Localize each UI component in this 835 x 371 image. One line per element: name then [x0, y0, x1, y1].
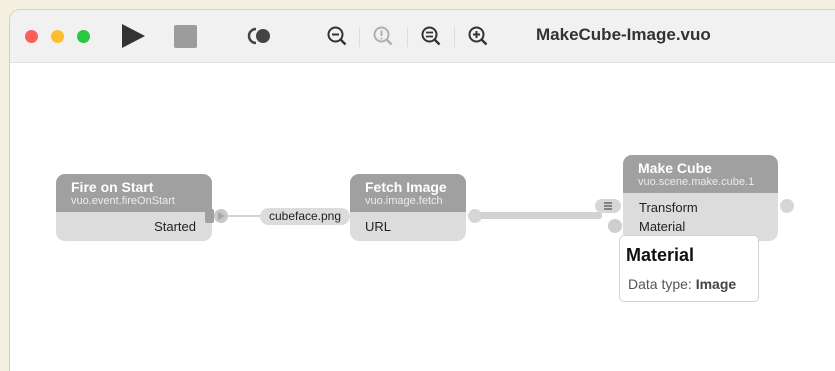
toolbar-separator [407, 27, 408, 47]
node-title: Make Cube [638, 160, 712, 176]
zoom-to-fit-button[interactable] [372, 25, 394, 47]
output-port-image[interactable] [468, 209, 482, 223]
transform-constant-flag[interactable] [595, 199, 621, 213]
input-port-label-material: Material [639, 219, 686, 234]
stop-button[interactable] [173, 24, 197, 48]
node-title: Fire on Start [71, 179, 154, 195]
toolbar-separator [359, 27, 360, 47]
composition-canvas[interactable]: Fire on Start vuo.event.fireOnStart Star… [10, 63, 835, 371]
input-port-label-transform: Transform [639, 200, 698, 215]
editor-window: MakeCube-Image.vuo Fire on Start vuo.eve… [10, 10, 835, 371]
tooltip-label: Data type: [628, 276, 692, 292]
zoom-in-icon [468, 26, 488, 46]
output-port-started[interactable] [205, 209, 214, 223]
output-port-object[interactable] [780, 199, 794, 213]
stop-icon [173, 24, 197, 48]
actual-size-button[interactable] [420, 25, 442, 47]
triangle-icon [218, 212, 225, 220]
port-tooltip: Material Data type: Image [619, 235, 759, 302]
node-make-cube[interactable]: Make Cube vuo.scene.make.cube.1 Transfor… [623, 155, 778, 241]
output-port-label-started: Started [154, 219, 196, 234]
title-bar: MakeCube-Image.vuo [10, 10, 835, 63]
node-title: Fetch Image [365, 179, 447, 195]
tooltip-data-type: Data type: Image [628, 276, 736, 292]
node-class: vuo.event.fireOnStart [71, 195, 175, 207]
tooltip-title: Material [626, 245, 695, 265]
zoom-to-fit-icon [373, 26, 393, 46]
node-header: Fetch Image vuo.image.fetch [350, 174, 466, 212]
node-fire-on-start[interactable]: Fire on Start vuo.event.fireOnStart Star… [56, 174, 212, 241]
node-header: Fire on Start vuo.event.fireOnStart [56, 174, 212, 212]
node-class: vuo.image.fetch [365, 195, 443, 207]
close-button[interactable] [25, 30, 38, 43]
input-port-label-url: URL [365, 219, 392, 234]
actual-size-icon [421, 26, 441, 46]
zoom-out-icon [327, 26, 347, 46]
constant-flag-url[interactable]: cubeface.png [260, 208, 350, 225]
tooltip-value: Image [695, 276, 737, 292]
zoom-in-button[interactable] [467, 25, 489, 47]
input-port-material[interactable] [608, 219, 622, 233]
data-cable[interactable] [472, 212, 602, 219]
play-icon [122, 24, 145, 48]
activity-icon [247, 27, 270, 45]
zoom-out-button[interactable] [326, 25, 348, 47]
run-button[interactable] [120, 23, 146, 49]
toolbar-separator [454, 27, 455, 47]
window-title: MakeCube-Image.vuo [536, 25, 711, 44]
minimize-button[interactable] [51, 30, 64, 43]
node-class: vuo.scene.make.cube.1 [638, 176, 755, 188]
node-fetch-image[interactable]: Fetch Image vuo.image.fetch URL [350, 174, 466, 241]
zoom-window-button[interactable] [77, 30, 90, 43]
event-port-icon[interactable] [214, 209, 228, 223]
list-icon [604, 202, 612, 210]
show-events-button[interactable] [247, 25, 273, 47]
node-header: Make Cube vuo.scene.make.cube.1 [623, 155, 778, 193]
